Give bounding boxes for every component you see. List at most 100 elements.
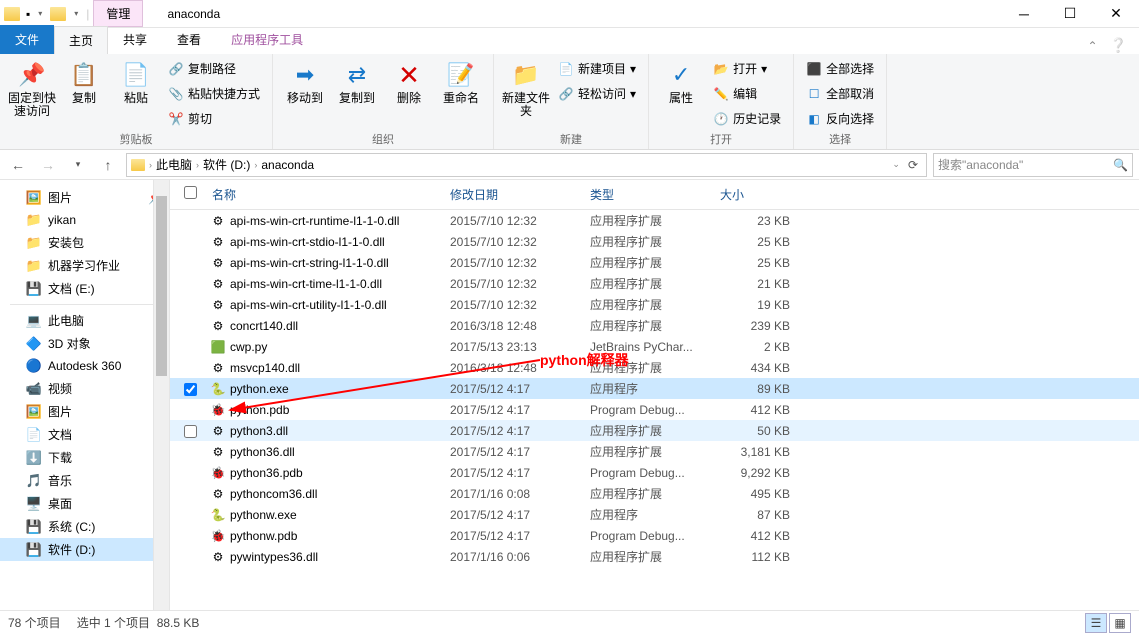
close-button[interactable]: ✕ bbox=[1093, 0, 1139, 28]
sidebar-item[interactable]: 🎵音乐 bbox=[0, 469, 169, 492]
file-size: 87 KB bbox=[720, 508, 800, 522]
file-row[interactable]: ⚙pythoncom36.dll2017/1/16 0:08应用程序扩展495 … bbox=[170, 483, 1139, 504]
move-to-button[interactable]: ➡移动到 bbox=[281, 58, 329, 105]
file-type: Program Debug... bbox=[590, 403, 720, 417]
column-name[interactable]: 名称 bbox=[210, 186, 450, 203]
nav-icon: 📄 bbox=[26, 427, 42, 443]
easy-access-button[interactable]: 🔗轻松访问 ▾ bbox=[554, 83, 640, 104]
copy-path-button[interactable]: 🔗复制路径 bbox=[164, 58, 264, 79]
column-date[interactable]: 修改日期 bbox=[450, 186, 590, 203]
paste-button[interactable]: 📄粘贴 bbox=[112, 58, 160, 105]
delete-button[interactable]: ✕删除 bbox=[385, 58, 433, 105]
tab-app-tools[interactable]: 应用程序工具 bbox=[216, 25, 318, 54]
search-input[interactable]: 搜索"anaconda" 🔍 bbox=[933, 153, 1133, 177]
details-view-button[interactable]: ☰ bbox=[1085, 613, 1107, 633]
file-row[interactable]: ⚙python36.dll2017/5/12 4:17应用程序扩展3,181 K… bbox=[170, 441, 1139, 462]
file-size: 112 KB bbox=[720, 550, 800, 564]
sidebar-item[interactable]: ⬇️下载 bbox=[0, 446, 169, 469]
sidebar-item[interactable]: 💾软件 (D:) bbox=[0, 538, 169, 561]
file-row[interactable]: ⚙api-ms-win-crt-stdio-l1-1-0.dll2015/7/1… bbox=[170, 231, 1139, 252]
back-button[interactable]: ← bbox=[6, 153, 30, 177]
collapse-ribbon-icon[interactable]: ⌃ bbox=[1088, 39, 1098, 53]
sidebar-item[interactable]: 📁yikan bbox=[0, 209, 169, 231]
help-icon[interactable]: ❔ bbox=[1110, 37, 1127, 54]
up-button[interactable]: ↑ bbox=[96, 153, 120, 177]
sidebar-item[interactable]: 💻此电脑 bbox=[0, 309, 169, 332]
file-size: 25 KB bbox=[720, 256, 800, 270]
file-row[interactable]: 🟩cwp.py2017/5/13 23:13JetBrains PyChar..… bbox=[170, 336, 1139, 357]
column-size[interactable]: 大小 bbox=[720, 186, 800, 203]
paste-shortcut-button[interactable]: 📎粘贴快捷方式 bbox=[164, 83, 264, 104]
file-row[interactable]: ⚙pywintypes36.dll2017/1/16 0:06应用程序扩展112… bbox=[170, 546, 1139, 567]
file-row[interactable]: ⚙python3.dll2017/5/12 4:17应用程序扩展50 KB bbox=[170, 420, 1139, 441]
nav-icon: 📹 bbox=[26, 381, 42, 397]
edit-button[interactable]: ✏️编辑 bbox=[709, 83, 785, 104]
new-folder-button[interactable]: 📁新建文件夹 bbox=[502, 58, 550, 118]
history-button[interactable]: 🕐历史记录 bbox=[709, 108, 785, 129]
sidebar-item[interactable]: 📄文档 bbox=[0, 423, 169, 446]
breadcrumb: 软件 (D:)› bbox=[203, 156, 257, 173]
file-name: python36.dll bbox=[230, 445, 295, 459]
recent-button[interactable]: ▾ bbox=[66, 153, 90, 177]
sidebar-item[interactable]: 📁安装包 bbox=[0, 231, 169, 254]
file-row[interactable]: ⚙api-ms-win-crt-utility-l1-1-0.dll2015/7… bbox=[170, 294, 1139, 315]
new-item-button[interactable]: 📄新建项目 ▾ bbox=[554, 58, 640, 79]
file-row[interactable]: ⚙concrt140.dll2016/3/18 12:48应用程序扩展239 K… bbox=[170, 315, 1139, 336]
icons-view-button[interactable]: ▦ bbox=[1109, 613, 1131, 633]
select-all-checkbox[interactable] bbox=[184, 186, 197, 199]
sidebar-item[interactable]: 💾系统 (C:) bbox=[0, 515, 169, 538]
new-group-label: 新建 bbox=[502, 129, 640, 147]
file-date: 2017/1/16 0:08 bbox=[450, 487, 590, 501]
file-row[interactable]: 🐍python.exe2017/5/12 4:17应用程序89 KB bbox=[170, 378, 1139, 399]
copy-button[interactable]: 📋复制 bbox=[60, 58, 108, 105]
qat-btn[interactable]: ▪ bbox=[26, 7, 30, 21]
open-button[interactable]: 📂打开 ▾ bbox=[709, 58, 785, 79]
file-icon: ⚙ bbox=[210, 486, 226, 502]
tab-file[interactable]: 文件 bbox=[0, 25, 54, 54]
sidebar-item[interactable]: 📹视频 bbox=[0, 377, 169, 400]
invert-selection-button[interactable]: ◧反向选择 bbox=[802, 108, 878, 129]
file-name: api-ms-win-crt-runtime-l1-1-0.dll bbox=[230, 214, 399, 228]
tab-share[interactable]: 共享 bbox=[108, 25, 162, 54]
sidebar-item[interactable]: 🖥️桌面 bbox=[0, 492, 169, 515]
qat-folder-btn[interactable] bbox=[50, 7, 66, 21]
rename-button[interactable]: 📝重命名 bbox=[437, 58, 485, 105]
maximize-button[interactable]: ☐ bbox=[1047, 0, 1093, 28]
file-row[interactable]: 🐞pythonw.pdb2017/5/12 4:17Program Debug.… bbox=[170, 525, 1139, 546]
select-none-button[interactable]: ☐全部取消 bbox=[802, 83, 878, 104]
file-row[interactable]: ⚙api-ms-win-crt-string-l1-1-0.dll2015/7/… bbox=[170, 252, 1139, 273]
pin-button[interactable]: 📌固定到快速访问 bbox=[8, 58, 56, 118]
file-row[interactable]: ⚙api-ms-win-crt-time-l1-1-0.dll2015/7/10… bbox=[170, 273, 1139, 294]
file-row[interactable]: 🐍pythonw.exe2017/5/12 4:17应用程序87 KB bbox=[170, 504, 1139, 525]
file-row[interactable]: 🐞python.pdb2017/5/12 4:17Program Debug..… bbox=[170, 399, 1139, 420]
file-icon: ⚙ bbox=[210, 234, 226, 250]
file-row[interactable]: ⚙msvcp140.dll2016/3/18 12:48应用程序扩展434 KB bbox=[170, 357, 1139, 378]
sidebar-item[interactable]: 🖼️图片📌 bbox=[0, 186, 169, 209]
tab-view[interactable]: 查看 bbox=[162, 25, 216, 54]
address-dropdown-icon[interactable]: ⌄ bbox=[892, 159, 900, 170]
forward-button[interactable]: → bbox=[36, 153, 60, 177]
minimize-button[interactable]: ─ bbox=[1001, 0, 1047, 28]
copy-to-button[interactable]: ⇄复制到 bbox=[333, 58, 381, 105]
sidebar-item[interactable]: 🔵Autodesk 360 bbox=[0, 355, 169, 377]
file-row[interactable]: 🐞python36.pdb2017/5/12 4:17Program Debug… bbox=[170, 462, 1139, 483]
sidebar-item[interactable]: 🔷3D 对象 bbox=[0, 332, 169, 355]
tab-home[interactable]: 主页 bbox=[54, 26, 108, 54]
properties-button[interactable]: ✓属性 bbox=[657, 58, 705, 105]
search-icon[interactable]: 🔍 bbox=[1113, 158, 1128, 172]
file-icon: ⚙ bbox=[210, 423, 226, 439]
row-checkbox[interactable] bbox=[184, 383, 197, 396]
row-checkbox[interactable] bbox=[184, 425, 197, 438]
cut-button[interactable]: ✂️剪切 bbox=[164, 108, 264, 129]
sidebar-item[interactable]: 📁机器学习作业 bbox=[0, 254, 169, 277]
file-size: 412 KB bbox=[720, 529, 800, 543]
sidebar-item[interactable]: 💾文档 (E:) bbox=[0, 277, 169, 300]
nav-icon: 💾 bbox=[26, 519, 42, 535]
scrollbar[interactable] bbox=[153, 180, 169, 610]
file-row[interactable]: ⚙api-ms-win-crt-runtime-l1-1-0.dll2015/7… bbox=[170, 210, 1139, 231]
column-type[interactable]: 类型 bbox=[590, 186, 720, 203]
sidebar-item[interactable]: 🖼️图片 bbox=[0, 400, 169, 423]
address-field[interactable]: › 此电脑› 软件 (D:)› anaconda ⌄ ⟳ bbox=[126, 153, 927, 177]
refresh-button[interactable]: ⟳ bbox=[904, 158, 922, 172]
select-all-button[interactable]: ⬛全部选择 bbox=[802, 58, 878, 79]
